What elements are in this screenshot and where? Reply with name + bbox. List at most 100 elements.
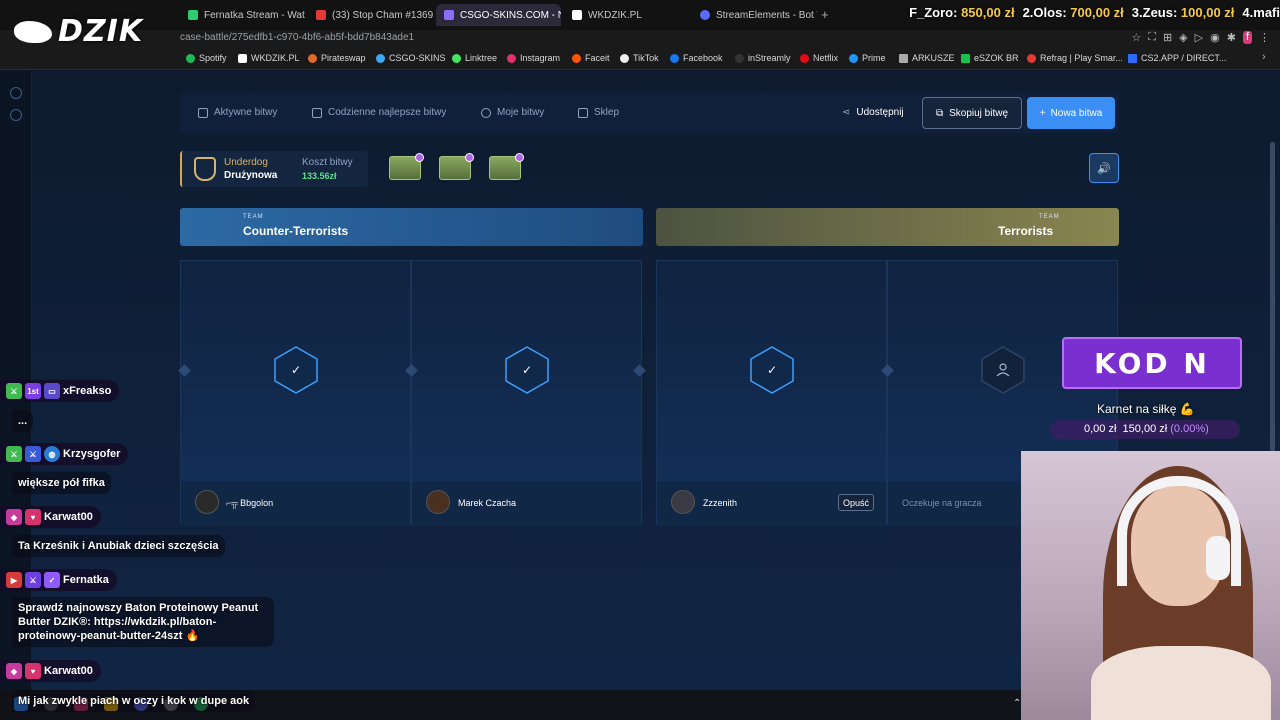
bookmark-pirateswap[interactable]: Pirateswap [308, 53, 366, 63]
cost-value: 133.56zł [302, 171, 337, 181]
ready-check-icon: ✓ [274, 346, 318, 394]
ready-check-icon: ✓ [750, 346, 794, 394]
bookmarks-bar: Spotify WKDZIK.PL Pirateswap CSGO-SKINS … [0, 48, 1280, 70]
netflix-icon [800, 53, 809, 63]
avatar[interactable] [426, 490, 450, 514]
bookmark-star-icon[interactable]: ☆ [1131, 31, 1141, 44]
copy-battle-button[interactable]: ⧉ Skopiuj bitwę [922, 97, 1022, 129]
bookmark-refrag[interactable]: Refrag | Play Smar... [1027, 53, 1123, 63]
rank-badge-icon: 1st [25, 383, 41, 399]
wkdzik-icon [572, 10, 582, 20]
chat-username: ⚔ 1st ▭ xFreakso [0, 380, 120, 402]
new-battle-button[interactable]: + Nowa bitwa [1027, 97, 1115, 129]
case-badge [515, 153, 524, 162]
sword-badge-icon: ⚔ [6, 383, 22, 399]
share-button[interactable]: ⋖ Udostępnij [842, 107, 904, 118]
nav-my-battles[interactable]: Moje bitwy [481, 107, 544, 118]
tab-csgo-skins[interactable]: CSGO-SKINS.COM - Naj [436, 4, 561, 26]
gem-badge-icon: ◆ [6, 509, 22, 525]
tab-youtube-video[interactable]: (33) Stop Cham #1369 - I [308, 4, 433, 26]
record-icon[interactable]: ◉ [1210, 31, 1220, 44]
linktree-icon [452, 53, 461, 63]
bookmark-instagram[interactable]: Instagram [507, 53, 560, 63]
new-tab-button[interactable]: + [821, 7, 829, 22]
bookmark-eszok[interactable]: eSZOK BR [961, 53, 1019, 63]
goal-progress-text: 0,00 zł 150,00 zł (0.00%) [1084, 423, 1209, 435]
play-icon[interactable]: ▷ [1195, 31, 1203, 44]
chat-message: Sprawdź najnowszy Baton Proteinowy Peanu… [12, 597, 274, 647]
copy-icon: ⧉ [935, 107, 944, 119]
bookmark-linktree[interactable]: Linktree [452, 53, 497, 63]
instreamly-icon [735, 53, 744, 63]
case-icon[interactable] [439, 153, 474, 180]
settings-icon[interactable] [10, 109, 22, 121]
prime-icon [849, 53, 858, 63]
bookmark-cs2app[interactable]: CS2.APP / DIRECT... [1128, 53, 1226, 63]
youtube-icon [316, 10, 326, 20]
screenshot-icon[interactable]: ⛶ [1148, 31, 1156, 44]
cs2app-icon [1128, 53, 1137, 63]
profile-icon[interactable]: f [1242, 31, 1252, 44]
nav-daily-best[interactable]: Codzienne najlepsze bitwy [312, 107, 446, 118]
page-scrollbar[interactable] [1270, 142, 1275, 452]
share-icon: ⋖ [842, 107, 851, 118]
folder-icon [899, 53, 908, 63]
sound-toggle-button[interactable]: 🔊 [1089, 153, 1119, 183]
globe-badge-icon: ◍ [44, 446, 60, 462]
bookmark-instreamly[interactable]: inStreamly [735, 53, 791, 63]
bookmark-prime[interactable]: Prime [849, 53, 886, 63]
verified-badge-icon: ✓ [44, 572, 60, 588]
tab-streamelements[interactable]: StreamElements - Bot Tim [692, 4, 817, 26]
player-name[interactable]: ⌐╦ Bbgolon [226, 498, 273, 508]
shield-icon[interactable]: ◈ [1179, 31, 1187, 44]
tab-wkdzik[interactable]: WKDZIK.PL [564, 4, 689, 26]
plus-icon: + [1039, 107, 1046, 119]
leader-entry: 2.Olos: 700,00 zł [1022, 5, 1124, 20]
ready-check-icon: ✓ [505, 346, 549, 394]
case-icon[interactable] [389, 153, 424, 180]
player-name[interactable]: Marek Czacha [458, 498, 516, 508]
bookmark-facebook[interactable]: Facebook [670, 53, 723, 63]
mode-label: Underdog [224, 157, 268, 168]
chat-username: ◆ ♥ Karwat00 [0, 660, 101, 682]
pirateswap-icon [308, 53, 317, 63]
sword-badge-icon: ⚔ [25, 572, 41, 588]
bookmark-netflix[interactable]: Netflix [800, 53, 838, 63]
eszok-icon [961, 53, 970, 63]
url-field[interactable]: case-battle/275edfb1-c970-4bf6-ab5f-bdd7… [180, 32, 414, 43]
svg-text:✓: ✓ [291, 363, 301, 377]
more-bookmarks-icon[interactable]: › [1262, 51, 1266, 63]
bookmark-csgo-skins[interactable]: CSGO-SKINS [376, 53, 446, 63]
bookmark-wkdzik[interactable]: WKDZIK.PL [238, 53, 300, 63]
avatar[interactable] [671, 490, 695, 514]
csgo-skins-icon [444, 10, 454, 20]
nav-shop[interactable]: Sklep [578, 107, 619, 118]
clock-icon[interactable] [10, 87, 22, 99]
empty-slot-user-icon [981, 346, 1025, 394]
leave-button[interactable]: Opuść [838, 494, 874, 511]
tab-fernatka-stream[interactable]: Fernatka Stream - Watch [180, 4, 305, 26]
leader-entry: F_Zoro: 850,00 zł [909, 5, 1015, 20]
nav-active-battles[interactable]: Aktywne bitwy [198, 107, 277, 118]
chat-message: ... [12, 410, 34, 432]
faceit-icon [572, 53, 581, 63]
case-icon[interactable] [489, 153, 524, 180]
bookmark-tiktok[interactable]: TikTok [620, 53, 659, 63]
team-ct-caption: TEAM [243, 214, 264, 220]
cost-label: Koszt bitwy [302, 157, 353, 168]
bookmark-arkusze[interactable]: ARKUSZE [899, 53, 955, 63]
instagram-icon [507, 53, 516, 63]
menu-icon[interactable]: ⋮ [1259, 31, 1270, 44]
chat-username: ◆ ♥ Karwat00 [0, 506, 101, 528]
avatar[interactable] [195, 490, 219, 514]
sword-badge-icon: ⚔ [6, 446, 22, 462]
player-name[interactable]: Zzzenith [703, 498, 737, 508]
puzzle-icon[interactable]: ✱ [1227, 31, 1236, 44]
chat-username: ▶ ⚔ ✓ Fernatka [0, 569, 117, 591]
donation-leaderboard: F_Zoro: 850,00 zł 2.Olos: 700,00 zł 3.Ze… [909, 5, 1280, 20]
webcam-body [1091, 646, 1271, 720]
bookmark-spotify[interactable]: Spotify [186, 53, 227, 63]
bookmark-faceit[interactable]: Faceit [572, 53, 610, 63]
extension-icon[interactable]: ⊞ [1163, 31, 1172, 44]
team-t-name: Terrorists [998, 224, 1054, 238]
